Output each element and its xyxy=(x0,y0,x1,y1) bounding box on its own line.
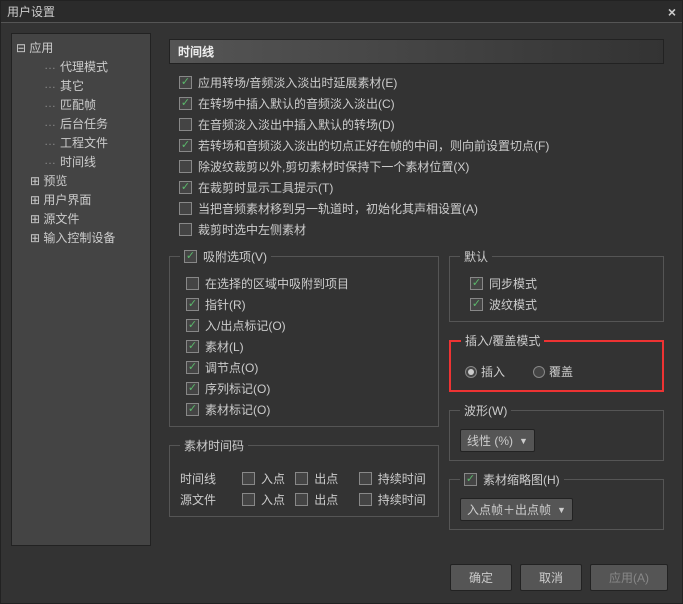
chevron-down-icon: ▼ xyxy=(519,436,528,446)
snap-item-checkbox[interactable]: 指针(R) xyxy=(186,296,428,313)
option-checkbox[interactable]: 在转场中插入默认的音频淡入淡出(C) xyxy=(179,95,664,112)
thumbnail-checkbox[interactable]: 素材缩略图(H) xyxy=(464,471,560,488)
tree-item[interactable]: ⊞ 输入控制设备 xyxy=(12,228,150,247)
insert-overwrite-group: 插入/覆盖模式 插入 覆盖 xyxy=(449,332,664,392)
insert-radio[interactable]: 插入 xyxy=(465,363,505,380)
timecode-group: 素材时间码 时间线 入点 出点 持续时间 源文件 入点 出点 持续时间 xyxy=(169,437,439,517)
footer: 确定 取消 应用(A) xyxy=(1,556,682,603)
timecode-row-label: 时间线 xyxy=(180,470,234,487)
tree-root-app[interactable]: ⊟ 应用 xyxy=(12,38,150,57)
tc-dur-checkbox[interactable]: 持续时间 xyxy=(359,470,428,487)
snap-item-checkbox[interactable]: 素材(L) xyxy=(186,338,428,355)
tree-item[interactable]: 工程文件 xyxy=(12,133,150,152)
option-checkbox[interactable]: 当把音频素材移到另一轨道时，初始化其声相设置(A) xyxy=(179,200,664,217)
option-checkbox[interactable]: 在裁剪时显示工具提示(T) xyxy=(179,179,664,196)
tree-item[interactable]: 后台任务 xyxy=(12,114,150,133)
close-icon[interactable]: × xyxy=(668,4,676,20)
ok-button[interactable]: 确定 xyxy=(450,564,512,591)
snap-item-checkbox[interactable]: 序列标记(O) xyxy=(186,380,428,397)
main-panel: 时间线 应用转场/音频淡入淡出时延展素材(E) 在转场中插入默认的音频淡入淡出(C… xyxy=(161,33,672,546)
thumbnail-select[interactable]: 入点帧＋出点帧▼ xyxy=(460,498,573,521)
option-checkbox[interactable]: 应用转场/音频淡入淡出时延展素材(E) xyxy=(179,74,664,91)
thumbnail-group: 素材缩略图(H) 入点帧＋出点帧▼ xyxy=(449,471,664,530)
tc-out-checkbox[interactable]: 出点 xyxy=(295,470,340,487)
snap-item-checkbox[interactable]: 素材标记(O) xyxy=(186,401,428,418)
tree-item[interactable]: 代理模式 xyxy=(12,57,150,76)
snap-item-checkbox[interactable]: 在选择的区域中吸附到项目 xyxy=(186,275,428,292)
tree-item[interactable]: ⊞ 源文件 xyxy=(12,209,150,228)
section-header: 时间线 xyxy=(169,39,664,64)
insert-overwrite-legend: 插入/覆盖模式 xyxy=(461,332,544,349)
waveform-group: 波形(W) 线性 (%)▼ xyxy=(449,402,664,461)
option-checkbox[interactable]: 除波纹裁剪以外,剪切素材时保持下一个素材位置(X) xyxy=(179,158,664,175)
waveform-legend: 波形(W) xyxy=(460,402,511,419)
chevron-down-icon: ▼ xyxy=(557,505,566,515)
defaults-group: 默认 同步模式 波纹模式 xyxy=(449,248,664,322)
tc-in-checkbox[interactable]: 入点 xyxy=(242,491,287,508)
tc-out-checkbox[interactable]: 出点 xyxy=(295,491,340,508)
tc-dur-checkbox[interactable]: 持续时间 xyxy=(359,491,428,508)
overwrite-radio[interactable]: 覆盖 xyxy=(533,363,573,380)
dialog-title: 用户设置 xyxy=(7,3,55,20)
tree-item-timeline[interactable]: 时间线 xyxy=(12,152,150,171)
defaults-legend: 默认 xyxy=(460,248,492,265)
tree-item[interactable]: 匹配帧 xyxy=(12,95,150,114)
tree-item[interactable]: ⊞ 用户界面 xyxy=(12,190,150,209)
tc-in-checkbox[interactable]: 入点 xyxy=(242,470,287,487)
ripple-mode-checkbox[interactable]: 波纹模式 xyxy=(470,296,653,313)
cancel-button[interactable]: 取消 xyxy=(520,564,582,591)
snap-enable-checkbox[interactable]: 吸附选项(V) xyxy=(184,248,267,265)
tree-item[interactable]: ⊞ 预览 xyxy=(12,171,150,190)
timecode-legend: 素材时间码 xyxy=(180,437,248,454)
apply-button[interactable]: 应用(A) xyxy=(590,564,668,591)
timecode-row-label: 源文件 xyxy=(180,491,234,508)
waveform-select[interactable]: 线性 (%)▼ xyxy=(460,429,535,452)
option-checkbox[interactable]: 在音频淡入淡出中插入默认的转场(D) xyxy=(179,116,664,133)
option-checkbox[interactable]: 若转场和音频淡入淡出的切点正好在帧的中间，则向前设置切点(F) xyxy=(179,137,664,154)
snap-item-checkbox[interactable]: 调节点(O) xyxy=(186,359,428,376)
snap-group: 吸附选项(V) 在选择的区域中吸附到项目指针(R) 入/出点标记(O) 素材(L) 调… xyxy=(169,248,439,427)
option-checkbox[interactable]: 裁剪时选中左侧素材 xyxy=(179,221,664,238)
sidebar: ⊟ 应用 代理模式 其它 匹配帧 后台任务 工程文件 时间线 ⊞ 预览 ⊞ 用户… xyxy=(11,33,151,546)
tree-item[interactable]: 其它 xyxy=(12,76,150,95)
snap-item-checkbox[interactable]: 入/出点标记(O) xyxy=(186,317,428,334)
sync-mode-checkbox[interactable]: 同步模式 xyxy=(470,275,653,292)
titlebar: 用户设置 × xyxy=(1,1,682,23)
